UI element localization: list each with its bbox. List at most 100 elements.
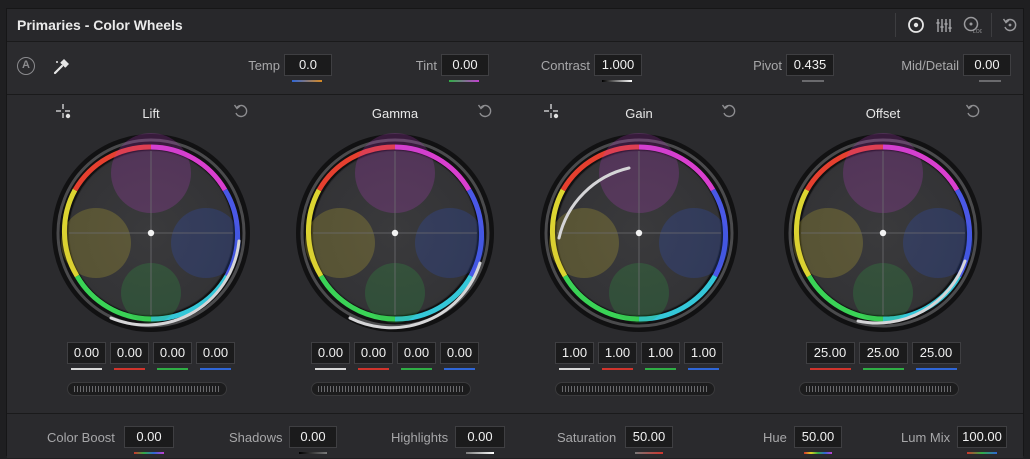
color-wheel[interactable] bbox=[51, 133, 251, 333]
shadows-value[interactable]: 0.00 bbox=[289, 426, 337, 448]
wheel-lift: Lift 0.00 0.00 0.00 0.00 bbox=[29, 95, 273, 415]
shadows-gradient bbox=[299, 452, 327, 454]
wheel-value[interactable]: 0.00 bbox=[354, 342, 393, 364]
master-wheel-jog[interactable] bbox=[555, 382, 715, 396]
mid-detail-gradient bbox=[979, 80, 1001, 82]
channel-indicator bbox=[809, 368, 851, 370]
color-wheel[interactable] bbox=[295, 133, 495, 333]
wheel-value[interactable]: 25.00 bbox=[805, 342, 855, 364]
wheel-value[interactable]: 0.00 bbox=[440, 342, 479, 364]
lum-mix-label: Lum Mix bbox=[901, 430, 951, 445]
temp-gradient bbox=[292, 80, 322, 82]
lum-mix-control: Lum Mix 100.00 bbox=[901, 426, 1019, 454]
wheel-offset: Offset 25.00 25.00 25.00 bbox=[761, 95, 1005, 415]
channel-indicator bbox=[862, 368, 904, 370]
hue-value[interactable]: 50.00 bbox=[794, 426, 842, 448]
temp-control: Temp 0.0 bbox=[222, 54, 332, 82]
hue-gradient bbox=[804, 452, 832, 454]
saturation-control: Saturation 50.00 bbox=[557, 426, 687, 454]
shadows-control: Shadows 0.00 bbox=[229, 426, 349, 454]
mid-detail-label: Mid/Detail bbox=[901, 58, 959, 73]
color-wheels-panel: Primaries - Color Wheels LOG A Temp 0.0 … bbox=[6, 8, 1025, 458]
panel-title: Primaries - Color Wheels bbox=[17, 17, 183, 33]
contrast-label: Contrast bbox=[540, 58, 590, 73]
contrast-value[interactable]: 1.000 bbox=[594, 54, 642, 76]
highlights-value[interactable]: 0.00 bbox=[455, 426, 505, 448]
tint-gradient bbox=[449, 80, 479, 82]
temp-value[interactable]: 0.0 bbox=[284, 54, 332, 76]
tint-control: Tint 0.00 bbox=[379, 54, 489, 82]
mid-detail-control: Mid/Detail 0.00 bbox=[884, 54, 1011, 82]
channel-indicator bbox=[401, 368, 432, 370]
highlights-gradient bbox=[466, 452, 494, 454]
wheel-value[interactable]: 1.00 bbox=[598, 342, 637, 364]
wheel-value[interactable]: 0.00 bbox=[153, 342, 192, 364]
panel-reset-icon[interactable] bbox=[999, 15, 1021, 35]
contrast-gradient bbox=[602, 80, 632, 82]
channel-indicator bbox=[358, 368, 389, 370]
reset-icon[interactable] bbox=[233, 103, 251, 121]
wheel-value[interactable]: 25.00 bbox=[911, 342, 961, 364]
lum-mix-gradient bbox=[967, 452, 997, 454]
tint-value[interactable]: 0.00 bbox=[441, 54, 489, 76]
pivot-label: Pivot bbox=[753, 58, 782, 73]
reset-icon[interactable] bbox=[477, 103, 495, 121]
wheel-value[interactable]: 0.00 bbox=[196, 342, 235, 364]
shadows-label: Shadows bbox=[229, 430, 283, 445]
channel-indicator bbox=[200, 368, 231, 370]
auto-balance-icon[interactable]: A bbox=[17, 57, 35, 75]
svg-text:LOG: LOG bbox=[973, 29, 982, 34]
color-wheel[interactable] bbox=[539, 133, 739, 333]
primary-adjust-row: A Temp 0.0 Tint 0.00 Contrast 1.000 Pivo… bbox=[7, 42, 1023, 95]
header-mode-icons: LOG bbox=[895, 9, 1025, 41]
tint-label: Tint bbox=[415, 58, 437, 73]
temp-label: Temp bbox=[248, 58, 280, 73]
bars-mode-icon[interactable] bbox=[933, 15, 955, 35]
wheel-gamma: Gamma 0.00 0.00 0.00 0.00 bbox=[273, 95, 517, 415]
color-boost-label: Color Boost bbox=[47, 430, 115, 445]
saturation-label: Saturation bbox=[557, 430, 617, 445]
highlights-label: Highlights bbox=[391, 430, 449, 445]
pivot-gradient bbox=[802, 80, 824, 82]
hue-control: Hue 50.00 bbox=[763, 426, 863, 454]
master-wheel-jog[interactable] bbox=[311, 382, 471, 396]
channel-indicator bbox=[315, 368, 346, 370]
hue-label: Hue bbox=[763, 430, 787, 445]
wheel-value[interactable]: 0.00 bbox=[311, 342, 350, 364]
reset-icon[interactable] bbox=[721, 103, 739, 121]
channel-indicator bbox=[157, 368, 188, 370]
color-wheels-mode-icon[interactable] bbox=[905, 15, 927, 35]
channel-indicator bbox=[114, 368, 145, 370]
color-boost-value[interactable]: 0.00 bbox=[124, 426, 174, 448]
color-wheel[interactable] bbox=[783, 133, 983, 333]
wheel-values: 25.00 25.00 25.00 bbox=[761, 342, 1005, 364]
wheel-value[interactable]: 0.00 bbox=[67, 342, 106, 364]
master-wheel-jog[interactable] bbox=[67, 382, 227, 396]
wheel-value[interactable]: 0.00 bbox=[110, 342, 149, 364]
lum-mix-value[interactable]: 100.00 bbox=[957, 426, 1007, 448]
channel-indicator bbox=[71, 368, 102, 370]
color-boost-control: Color Boost 0.00 bbox=[47, 426, 187, 454]
wheel-value[interactable]: 1.00 bbox=[555, 342, 594, 364]
log-mode-icon[interactable]: LOG bbox=[961, 15, 983, 35]
master-wheel-jog[interactable] bbox=[799, 382, 959, 396]
bottom-adjust-row: Color Boost 0.00 Shadows 0.00 Highlights… bbox=[7, 413, 1023, 458]
eyedropper-icon[interactable] bbox=[52, 56, 72, 76]
mid-detail-value[interactable]: 0.00 bbox=[963, 54, 1011, 76]
wheel-gain: Gain 1.00 1.00 1.00 1.00 bbox=[517, 95, 761, 415]
channel-indicator bbox=[444, 368, 475, 370]
channel-indicator bbox=[915, 368, 957, 370]
highlights-control: Highlights 0.00 bbox=[391, 426, 521, 454]
color-boost-gradient bbox=[134, 452, 164, 454]
wheel-value[interactable]: 1.00 bbox=[684, 342, 723, 364]
pivot-control: Pivot 0.435 bbox=[730, 54, 834, 82]
saturation-value[interactable]: 50.00 bbox=[625, 426, 673, 448]
wheel-value[interactable]: 0.00 bbox=[397, 342, 436, 364]
wheel-value[interactable]: 25.00 bbox=[858, 342, 908, 364]
saturation-gradient bbox=[635, 452, 663, 454]
reset-icon[interactable] bbox=[965, 103, 983, 121]
pivot-value[interactable]: 0.435 bbox=[786, 54, 834, 76]
wheel-value[interactable]: 1.00 bbox=[641, 342, 680, 364]
wheel-values: 0.00 0.00 0.00 0.00 bbox=[29, 342, 273, 364]
wheel-values: 1.00 1.00 1.00 1.00 bbox=[517, 342, 761, 364]
